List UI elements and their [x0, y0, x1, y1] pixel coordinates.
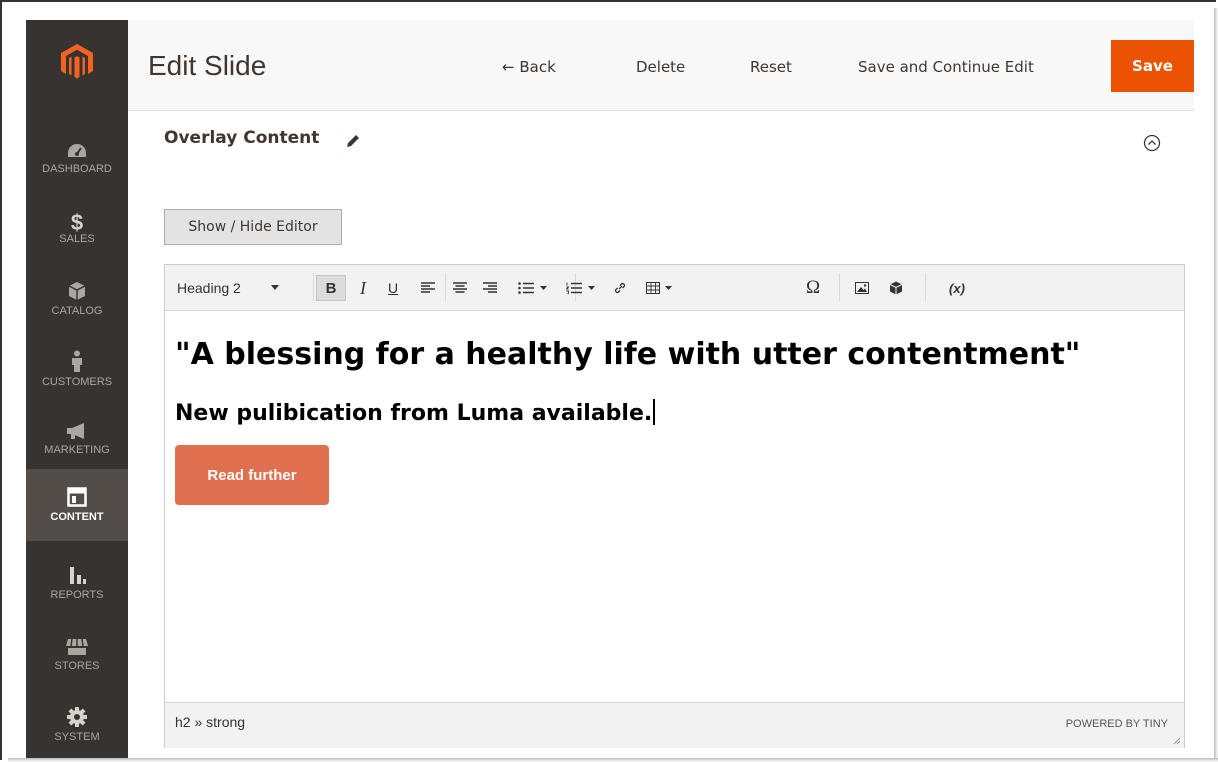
sidebar-item-customers[interactable]: CUSTOMERS	[26, 334, 128, 404]
read-further-button[interactable]: Read further	[175, 445, 329, 505]
numbered-list-button[interactable]	[559, 277, 601, 299]
slide-subheading-text: New pulibication from Luma available.	[175, 401, 653, 426]
align-right-button[interactable]	[477, 277, 503, 299]
underline-icon: U	[387, 280, 399, 296]
align-left-button[interactable]	[415, 277, 441, 299]
save-button[interactable]: Save	[1111, 40, 1194, 92]
image-icon	[855, 282, 869, 294]
layout-icon	[67, 487, 87, 507]
sidebar-item-label: SYSTEM	[54, 731, 100, 743]
window-shadow-bottom	[8, 758, 1218, 762]
person-icon	[72, 350, 82, 372]
chevron-down-icon	[270, 285, 279, 290]
dashboard-icon	[68, 144, 86, 157]
sidebar-item-label: SALES	[59, 233, 95, 245]
back-button[interactable]: ← Back	[502, 58, 556, 76]
editor-statusbar: h2 » strong POWERED BY TINY	[165, 702, 1184, 748]
dollar-icon: $	[70, 210, 84, 235]
link-button[interactable]	[607, 277, 633, 299]
sidebar-item-label: CATALOG	[51, 305, 103, 317]
italic-icon: I	[360, 277, 366, 298]
toolbar-divider	[925, 273, 926, 301]
underline-button[interactable]: U	[379, 277, 407, 299]
resize-handle-icon[interactable]	[1173, 737, 1181, 745]
toolbar-divider	[313, 273, 314, 301]
sidebar-item-label: REPORTS	[50, 589, 104, 601]
table-button[interactable]	[639, 277, 679, 299]
block-format-select[interactable]: Heading 2	[177, 277, 297, 299]
delete-button[interactable]: Delete	[636, 58, 685, 76]
special-char-button[interactable]: Ω	[801, 277, 825, 299]
sidebar-item-sales[interactable]: $ SALES	[26, 194, 128, 264]
sidebar-item-system[interactable]: SYSTEM	[26, 690, 128, 758]
admin-sidebar: DASHBOARD $ SALES CATALOG CUSTOMERS MARK…	[26, 20, 128, 758]
align-left-icon	[421, 282, 435, 293]
sidebar-item-content[interactable]: CONTENT	[26, 469, 128, 541]
page-header: Edit Slide ← Back Delete Reset Save and …	[128, 20, 1194, 111]
bold-button[interactable]: B	[316, 275, 346, 301]
omega-icon: Ω	[805, 277, 821, 298]
italic-button[interactable]: I	[349, 277, 377, 299]
slide-heading[interactable]: "A blessing for a healthy life with utte…	[175, 337, 1080, 372]
variable-icon: (x)	[949, 280, 965, 296]
chevron-down-icon	[665, 285, 672, 290]
megaphone-icon	[67, 423, 84, 439]
sidebar-item-label: CONTENT	[50, 511, 104, 523]
align-center-icon	[453, 282, 467, 293]
bullet-list-button[interactable]	[511, 277, 553, 299]
toolbar-divider	[445, 273, 446, 301]
save-and-continue-button[interactable]: Save and Continue Edit	[858, 58, 1034, 76]
sidebar-item-label: MARKETING	[44, 444, 110, 456]
chevron-down-icon	[587, 285, 595, 290]
editor-content-area[interactable]: "A blessing for a healthy life with utte…	[165, 311, 1184, 701]
insert-variable-button[interactable]: (x)	[943, 277, 971, 299]
toolbar-divider	[839, 273, 840, 301]
section-title[interactable]: Overlay Content	[164, 128, 319, 148]
window-shadow-right	[1214, 8, 1218, 762]
numbered-list-icon	[565, 282, 582, 294]
editor-toolbar: Heading 2 B I U Ω (x)	[165, 265, 1184, 311]
gear-icon	[67, 707, 87, 727]
sidebar-item-marketing[interactable]: MARKETING	[26, 404, 128, 474]
store-icon	[66, 638, 88, 655]
collapse-icon[interactable]	[1143, 134, 1161, 152]
magento-logo[interactable]	[26, 20, 128, 104]
table-icon	[646, 282, 660, 294]
link-icon	[614, 282, 626, 294]
cube-icon	[68, 282, 86, 300]
sidebar-item-catalog[interactable]: CATALOG	[26, 264, 128, 334]
insert-image-button[interactable]	[849, 277, 875, 299]
widget-icon	[889, 281, 903, 295]
pencil-icon[interactable]	[345, 133, 361, 149]
bar-chart-icon	[70, 567, 86, 584]
sidebar-item-label: CUSTOMERS	[41, 376, 113, 388]
block-format-value: Heading 2	[177, 280, 241, 296]
sidebar-item-dashboard[interactable]: DASHBOARD	[26, 124, 128, 194]
wysiwyg-editor: Heading 2 B I U Ω (x) "A blessing for a …	[164, 264, 1185, 748]
sidebar-item-label: DASHBOARD	[42, 163, 112, 175]
admin-app: DASHBOARD $ SALES CATALOG CUSTOMERS MARK…	[2, 2, 1212, 758]
bullet-list-icon	[517, 282, 534, 294]
slide-subheading[interactable]: New pulibication from Luma available.	[175, 399, 656, 426]
reset-button[interactable]: Reset	[750, 58, 792, 76]
page-title: Edit Slide	[148, 50, 267, 81]
show-hide-editor-button[interactable]: Show / Hide Editor	[164, 209, 342, 245]
align-right-icon	[483, 282, 497, 293]
sidebar-item-label: STORES	[54, 660, 100, 672]
insert-widget-button[interactable]	[883, 277, 909, 299]
bold-icon: B	[325, 279, 337, 297]
sidebar-item-reports[interactable]: REPORTS	[26, 548, 128, 618]
sidebar-item-stores[interactable]: STORES	[26, 620, 128, 690]
text-caret	[653, 399, 656, 425]
align-center-button[interactable]	[447, 277, 473, 299]
powered-by-label[interactable]: POWERED BY TINY	[1066, 718, 1168, 730]
chevron-down-icon	[539, 285, 547, 290]
element-path[interactable]: h2 » strong	[175, 714, 245, 730]
